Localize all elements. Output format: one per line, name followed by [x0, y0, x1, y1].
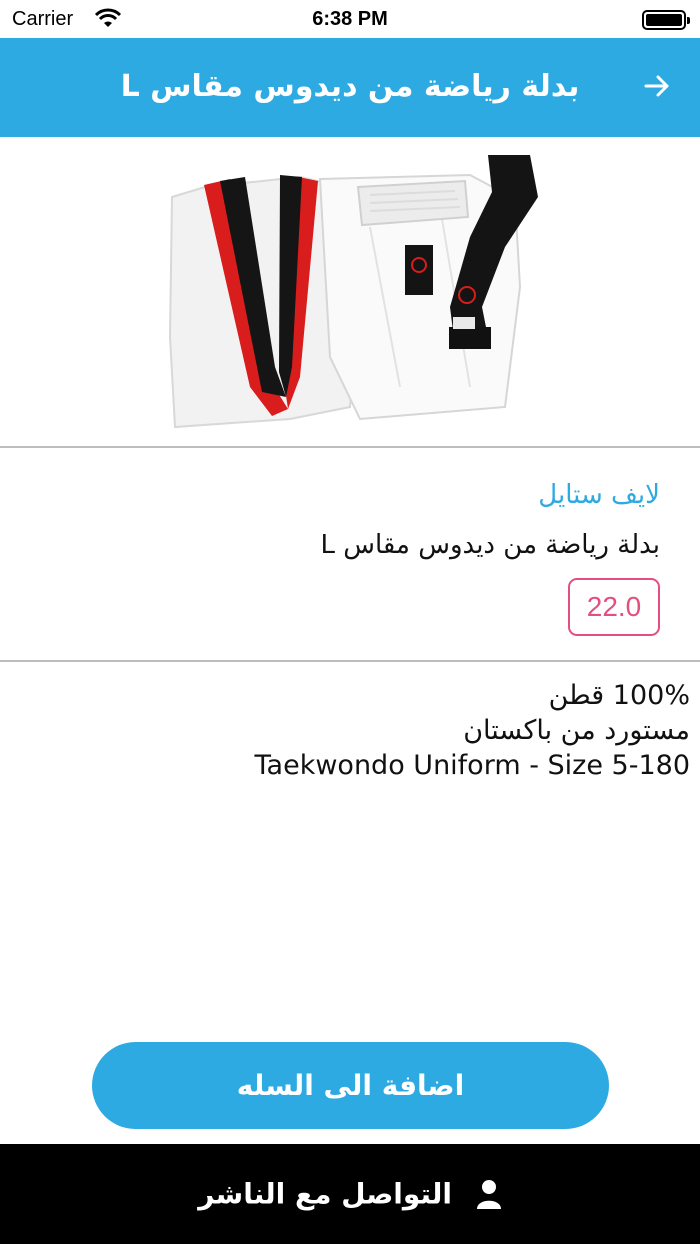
page-title: بدلة رياضة من ديدوس مقاس L [120, 69, 580, 104]
description-line: Taekwondo Uniform - Size 5-180 [254, 750, 690, 781]
add-to-cart-button[interactable]: اضافة الى السله [92, 1042, 609, 1129]
nav-bar: بدلة رياضة من ديدوس مقاس L [0, 38, 700, 137]
contact-publisher-button[interactable]: التواصل مع الناشر [0, 1144, 700, 1244]
contact-publisher-label: التواصل مع الناشر [198, 1177, 452, 1211]
brand-link[interactable]: لايف ستايل [538, 480, 660, 510]
divider-bottom [0, 660, 700, 662]
product-image [168, 155, 538, 429]
divider-top [0, 446, 700, 448]
clock: 6:38 PM [312, 8, 388, 30]
battery-icon [642, 10, 690, 30]
status-bar: Carrier 6:38 PM [0, 0, 700, 38]
description-line: 100% قطن [548, 680, 690, 711]
product-name: بدلة رياضة من ديدوس مقاس L [320, 530, 660, 560]
arrow-right-icon[interactable] [642, 71, 672, 101]
price-badge: 22.0 [568, 578, 660, 636]
person-icon [476, 1180, 501, 1209]
product-description: 100% قطن مستورد من باكستان Taekwondo Uni… [255, 678, 690, 783]
description-line: مستورد من باكستان [463, 715, 690, 746]
